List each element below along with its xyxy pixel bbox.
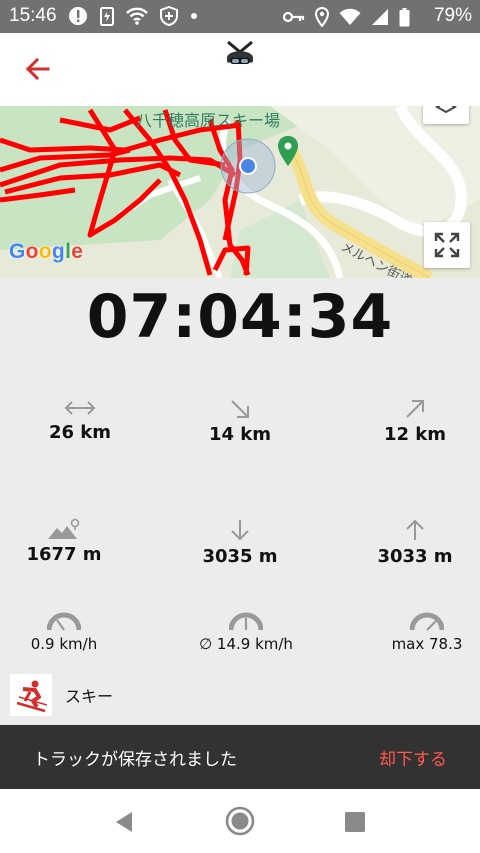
speedometer-mid-icon — [229, 612, 263, 631]
speedometer-low-icon — [47, 612, 81, 631]
status-time: 15:46 — [9, 5, 57, 26]
system-nav-bar — [0, 789, 480, 853]
key-icon — [283, 11, 305, 23]
stat-average-speed: ∅ 14.9 km/h — [166, 611, 326, 653]
stat-current-speed-value: 0.9 km/h — [30, 635, 98, 653]
google-attribution: Google — [9, 240, 84, 263]
snackbar: トラックが保存されました 却下する — [0, 725, 480, 789]
battery-icon — [399, 7, 410, 26]
battery-percent: 79% — [433, 5, 472, 26]
signal-icon — [372, 9, 388, 25]
stat-descent: 3035 m — [160, 518, 320, 567]
stat-max-speed-value: max 78.3 — [391, 635, 463, 653]
dot-icon — [191, 13, 197, 19]
fullscreen-button[interactable] — [424, 222, 470, 268]
wifi-icon — [126, 7, 148, 25]
track-map[interactable]: 八千穂高原スキー場 メルヘン街道 Google — [0, 106, 480, 278]
skier-icon — [10, 674, 52, 716]
stat-average-speed-value: ∅ 14.9 km/h — [199, 635, 293, 653]
dismiss-button[interactable]: 却下する — [379, 745, 447, 770]
stat-current-speed: 0.9 km/h — [0, 611, 144, 653]
nav-back-icon[interactable] — [114, 811, 134, 833]
stat-downhill-distance: 14 km — [160, 398, 320, 445]
stat-uphill-distance: 12 km — [335, 398, 480, 445]
nav-home-icon[interactable] — [225, 806, 255, 836]
snackbar-message: トラックが保存されました — [33, 750, 237, 770]
stat-altitude: 1677 m — [0, 518, 144, 565]
stat-distance: 26 km — [0, 398, 160, 443]
alert-icon — [69, 7, 87, 25]
stat-max-speed: max 78.3 — [347, 611, 480, 653]
layers-button[interactable] — [423, 106, 469, 124]
fullscreen-icon — [434, 232, 460, 258]
stat-ascent: 3033 m — [335, 518, 480, 567]
stat-distance-value: 26 km — [48, 422, 112, 443]
status-bar: 15:46 79% — [0, 0, 480, 33]
wifi-icon — [339, 8, 361, 25]
stat-uphill-distance-value: 12 km — [383, 424, 447, 445]
arrow-left-icon — [25, 57, 50, 81]
stat-ascent-value: 3033 m — [377, 546, 453, 567]
location-icon — [315, 7, 329, 27]
horizontal-arrows-icon — [64, 401, 96, 415]
mountain-pin-icon — [48, 518, 80, 539]
ski-helmet-logo-icon — [222, 36, 258, 72]
stat-descent-value: 3035 m — [202, 546, 278, 567]
vpn-shield-icon — [160, 6, 178, 26]
stat-downhill-distance-value: 14 km — [208, 424, 272, 445]
nav-recents-icon[interactable] — [345, 812, 365, 832]
map-place-label: 八千穂高原スキー場 — [136, 111, 281, 130]
activity-label: スキー — [65, 687, 114, 706]
arrow-up-icon — [406, 519, 424, 540]
speedometer-high-icon — [410, 612, 444, 631]
layers-icon — [435, 106, 457, 113]
activity-type[interactable]: スキー — [10, 674, 113, 716]
arrow-down-right-icon — [231, 400, 249, 418]
elapsed-time: 07:04:34 — [86, 282, 394, 352]
arrow-down-icon — [231, 520, 249, 541]
battery-saver-icon — [100, 7, 114, 26]
arrow-up-right-icon — [406, 400, 424, 418]
stat-altitude-value: 1677 m — [26, 544, 102, 565]
back-button[interactable] — [22, 53, 54, 85]
app-header — [0, 33, 480, 106]
